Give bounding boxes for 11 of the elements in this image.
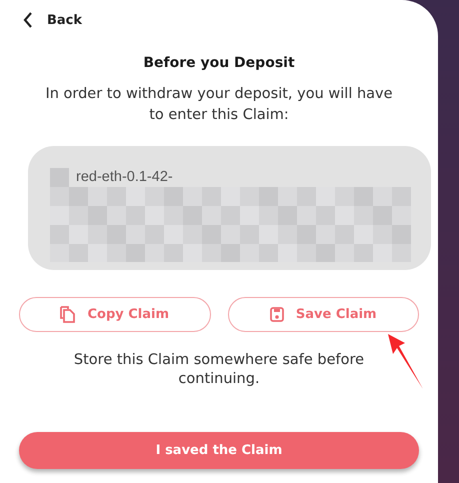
annotation-arrow	[387, 334, 425, 390]
back-link[interactable]: Back	[47, 12, 82, 28]
note-text: Store this Claim somewhere safe before continuing.	[72, 351, 366, 389]
save-claim-button[interactable]: Save Claim	[228, 297, 419, 332]
dialog-title: Before you Deposit	[142, 55, 296, 71]
saved-claim-button[interactable]: I saved the Claim	[19, 432, 419, 469]
copy-claim-button[interactable]: Copy Claim	[19, 297, 210, 332]
back-chevron-icon[interactable]	[23, 12, 33, 28]
intro-text: In order to withdraw your deposit, you will have to enter this Claim:	[44, 85, 394, 125]
claim-text: red-eth-0.1-42-	[76, 169, 173, 185]
copy-icon	[60, 306, 76, 323]
